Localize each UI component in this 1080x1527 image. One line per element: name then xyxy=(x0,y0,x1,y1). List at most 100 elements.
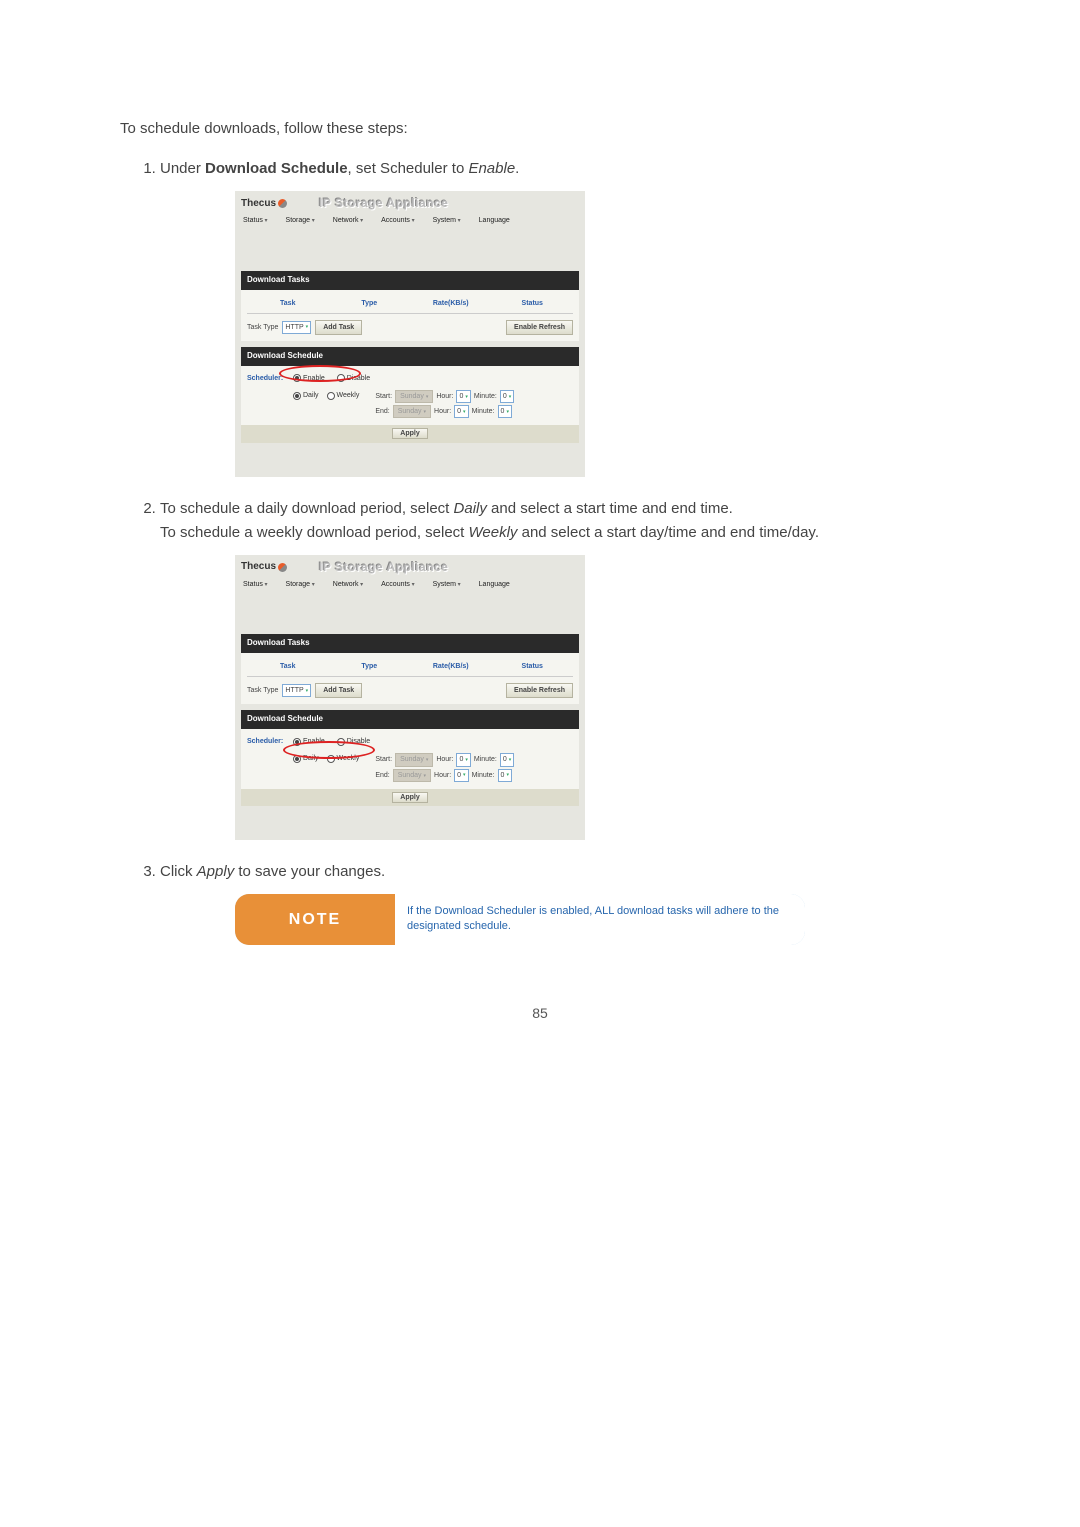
logo: Thecus xyxy=(241,559,289,575)
col-task: Task xyxy=(247,298,329,309)
step1-b: Download Schedule xyxy=(205,160,348,177)
scheduler-disable-option[interactable]: Disable xyxy=(337,736,370,747)
note-label: NOTE xyxy=(235,894,395,945)
step-3: Click Apply to save your changes. NOTE I… xyxy=(160,860,960,945)
start-minute-select[interactable]: 0 xyxy=(500,390,514,403)
start-hour-select[interactable]: 0 xyxy=(456,390,470,403)
col-status: Status xyxy=(492,661,574,672)
menu-status[interactable]: Status xyxy=(243,579,268,591)
menu-accounts[interactable]: Accounts xyxy=(381,579,414,591)
enable-refresh-button[interactable]: Enable Refresh xyxy=(506,320,573,335)
col-type: Type xyxy=(329,661,411,672)
step2-b: Daily xyxy=(454,500,487,517)
end-hour-select[interactable]: 0 xyxy=(454,769,468,782)
note-box: NOTE If the Download Scheduler is enable… xyxy=(235,894,805,945)
main-menu: Status Storage Network Accounts System L… xyxy=(235,213,585,231)
note-text: If the Download Scheduler is enabled, AL… xyxy=(395,894,805,945)
step2-a: To schedule a daily download period, sel… xyxy=(160,500,454,517)
task-type-select[interactable]: HTTP xyxy=(282,321,311,334)
daily-option[interactable]: Daily xyxy=(293,753,319,764)
minute-label: Minute: xyxy=(474,391,497,402)
col-rate: Rate(KB/s) xyxy=(410,661,492,672)
scheduler-disable-option[interactable]: Disable xyxy=(337,373,370,384)
menu-system[interactable]: System xyxy=(433,579,461,591)
logo-text: Thecus xyxy=(241,196,276,212)
daily-option[interactable]: Daily xyxy=(293,390,319,401)
start-day-select[interactable]: Sunday xyxy=(395,753,433,766)
menu-storage[interactable]: Storage xyxy=(286,215,315,227)
scheduler-enable-option[interactable]: Enable xyxy=(293,736,325,747)
step3-a: Click xyxy=(160,863,197,880)
end-label: End: xyxy=(375,770,389,781)
step2-e: Weekly xyxy=(469,524,518,541)
menu-accounts[interactable]: Accounts xyxy=(381,215,414,227)
radio-icon xyxy=(293,374,301,382)
menu-status[interactable]: Status xyxy=(243,215,268,227)
screenshot-2: Thecus IP Storage Appliance Status Stora… xyxy=(235,555,585,841)
end-day-select[interactable]: Sunday xyxy=(393,769,431,782)
radio-icon xyxy=(293,392,301,400)
menu-storage[interactable]: Storage xyxy=(286,579,315,591)
enable-refresh-button[interactable]: Enable Refresh xyxy=(506,683,573,698)
radio-icon xyxy=(293,738,301,746)
screenshot-1: Thecus IP Storage Appliance Status Stora… xyxy=(235,191,585,477)
col-status: Status xyxy=(492,298,574,309)
download-schedule-title: Download Schedule xyxy=(241,347,579,366)
scheduler-label: Scheduler: xyxy=(247,373,287,384)
logo-icon xyxy=(278,563,287,572)
end-minute-select[interactable]: 0 xyxy=(498,405,512,418)
start-label: Start: xyxy=(375,391,392,402)
main-menu: Status Storage Network Accounts System L… xyxy=(235,577,585,595)
weekly-option[interactable]: Weekly xyxy=(327,390,360,401)
start-day-select[interactable]: Sunday xyxy=(395,390,433,403)
end-day-select[interactable]: Sunday xyxy=(393,405,431,418)
step2-f: and select a start day/time and end time… xyxy=(517,524,819,541)
add-task-button[interactable]: Add Task xyxy=(315,683,362,698)
hour-label: Hour: xyxy=(436,391,453,402)
step3-b: Apply xyxy=(197,863,235,880)
end-label: End: xyxy=(375,406,389,417)
apply-button[interactable]: Apply xyxy=(392,428,427,439)
task-type-select[interactable]: HTTP xyxy=(282,684,311,697)
menu-language[interactable]: Language xyxy=(479,215,510,227)
page-number: 85 xyxy=(120,1005,960,1021)
logo-text: Thecus xyxy=(241,559,276,575)
end-minute-select[interactable]: 0 xyxy=(498,769,512,782)
start-minute-select[interactable]: 0 xyxy=(500,753,514,766)
weekly-option[interactable]: Weekly xyxy=(327,753,360,764)
menu-system[interactable]: System xyxy=(433,215,461,227)
col-task: Task xyxy=(247,661,329,672)
step-1: Under Download Schedule, set Scheduler t… xyxy=(160,157,960,477)
menu-network[interactable]: Network xyxy=(333,215,363,227)
download-tasks-title: Download Tasks xyxy=(241,271,579,290)
step1-c: , set Scheduler to xyxy=(348,160,469,177)
hour-label: Hour: xyxy=(434,406,451,417)
tasks-table-header: Task Type Rate(KB/s) Status xyxy=(247,657,573,677)
step1-d: Enable xyxy=(468,160,515,177)
scheduler-enable-option[interactable]: Enable xyxy=(293,373,325,384)
end-hour-select[interactable]: 0 xyxy=(454,405,468,418)
start-hour-select[interactable]: 0 xyxy=(456,753,470,766)
step1-e: . xyxy=(515,160,519,177)
step3-c: to save your changes. xyxy=(234,863,385,880)
download-tasks-title: Download Tasks xyxy=(241,634,579,653)
logo-icon xyxy=(278,199,287,208)
add-task-button[interactable]: Add Task xyxy=(315,320,362,335)
col-type: Type xyxy=(329,298,411,309)
task-type-label: Task Type xyxy=(247,685,278,696)
step-2: To schedule a daily download period, sel… xyxy=(160,497,960,841)
radio-icon xyxy=(337,738,345,746)
task-type-label: Task Type xyxy=(247,322,278,333)
step2-d: To schedule a weekly download period, se… xyxy=(160,524,469,541)
menu-network[interactable]: Network xyxy=(333,579,363,591)
download-schedule-title: Download Schedule xyxy=(241,710,579,729)
col-rate: Rate(KB/s) xyxy=(410,298,492,309)
menu-language[interactable]: Language xyxy=(479,579,510,591)
apply-button[interactable]: Apply xyxy=(392,792,427,803)
tasks-table-header: Task Type Rate(KB/s) Status xyxy=(247,294,573,314)
step2-c: and select a start time and end time. xyxy=(487,500,733,517)
hour-label: Hour: xyxy=(436,754,453,765)
app-title: IP Storage Appliance xyxy=(319,194,448,213)
scheduler-label: Scheduler: xyxy=(247,736,287,747)
minute-label: Minute: xyxy=(474,754,497,765)
